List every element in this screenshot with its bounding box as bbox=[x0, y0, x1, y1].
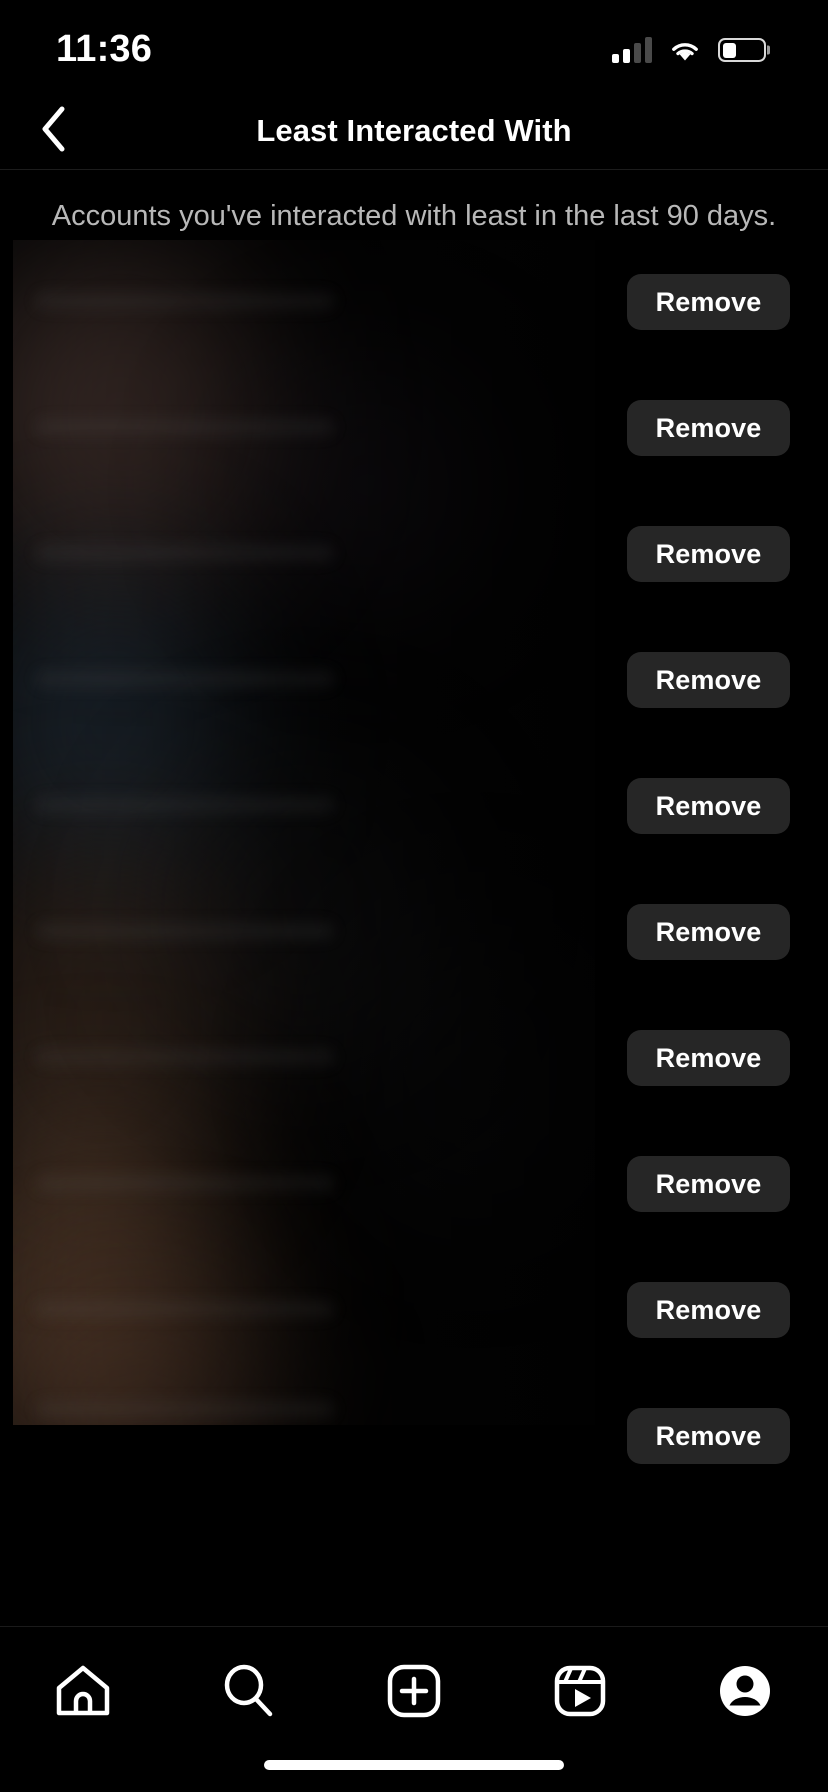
list-item[interactable]: Remove bbox=[0, 366, 828, 492]
remove-button[interactable]: Remove bbox=[627, 1030, 790, 1086]
app-screen: 11:36 Least Interacted With Accounts you… bbox=[0, 0, 828, 1792]
list-item[interactable]: Remove bbox=[0, 870, 828, 996]
remove-button[interactable]: Remove bbox=[627, 778, 790, 834]
list-item[interactable]: Remove bbox=[0, 492, 828, 618]
create-icon bbox=[385, 1662, 443, 1725]
profile-icon bbox=[718, 1664, 772, 1723]
list-item[interactable]: Remove bbox=[0, 744, 828, 870]
remove-button[interactable]: Remove bbox=[627, 1408, 790, 1464]
list-item[interactable]: Remove bbox=[0, 240, 828, 366]
chevron-left-icon bbox=[38, 104, 68, 159]
status-indicators bbox=[612, 37, 766, 63]
search-icon bbox=[219, 1662, 277, 1725]
remove-button[interactable]: Remove bbox=[627, 904, 790, 960]
remove-button[interactable]: Remove bbox=[627, 1156, 790, 1212]
navigation-header: Least Interacted With bbox=[0, 92, 828, 170]
back-button[interactable] bbox=[14, 92, 92, 170]
remove-button[interactable]: Remove bbox=[627, 652, 790, 708]
home-indicator bbox=[264, 1760, 564, 1770]
list-item[interactable]: Remove bbox=[0, 1122, 828, 1248]
remove-button[interactable]: Remove bbox=[627, 526, 790, 582]
least-interacted-accounts-list[interactable]: Remove Remove Remove Remove Remove Remov… bbox=[0, 240, 828, 1640]
tab-reels[interactable] bbox=[510, 1655, 650, 1731]
status-bar: 11:36 bbox=[0, 0, 828, 92]
reels-icon bbox=[551, 1662, 609, 1725]
tab-create[interactable] bbox=[344, 1655, 484, 1731]
page-subtitle: Accounts you've interacted with least in… bbox=[51, 200, 777, 232]
list-item[interactable]: Remove bbox=[0, 996, 828, 1122]
tab-home[interactable] bbox=[13, 1655, 153, 1731]
remove-button[interactable]: Remove bbox=[627, 274, 790, 330]
wifi-icon bbox=[668, 38, 702, 63]
list-item[interactable]: Remove bbox=[0, 1374, 828, 1500]
remove-button[interactable]: Remove bbox=[627, 400, 790, 456]
cellular-signal-icon bbox=[612, 37, 652, 63]
home-icon bbox=[54, 1663, 112, 1724]
status-time: 11:36 bbox=[56, 28, 153, 70]
tab-search[interactable] bbox=[178, 1655, 318, 1731]
list-item[interactable]: Remove bbox=[0, 1248, 828, 1374]
battery-icon bbox=[718, 38, 766, 62]
page-title: Least Interacted With bbox=[256, 112, 572, 148]
tab-profile[interactable] bbox=[675, 1655, 815, 1731]
remove-button[interactable]: Remove bbox=[627, 1282, 790, 1338]
list-item[interactable]: Remove bbox=[0, 618, 828, 744]
